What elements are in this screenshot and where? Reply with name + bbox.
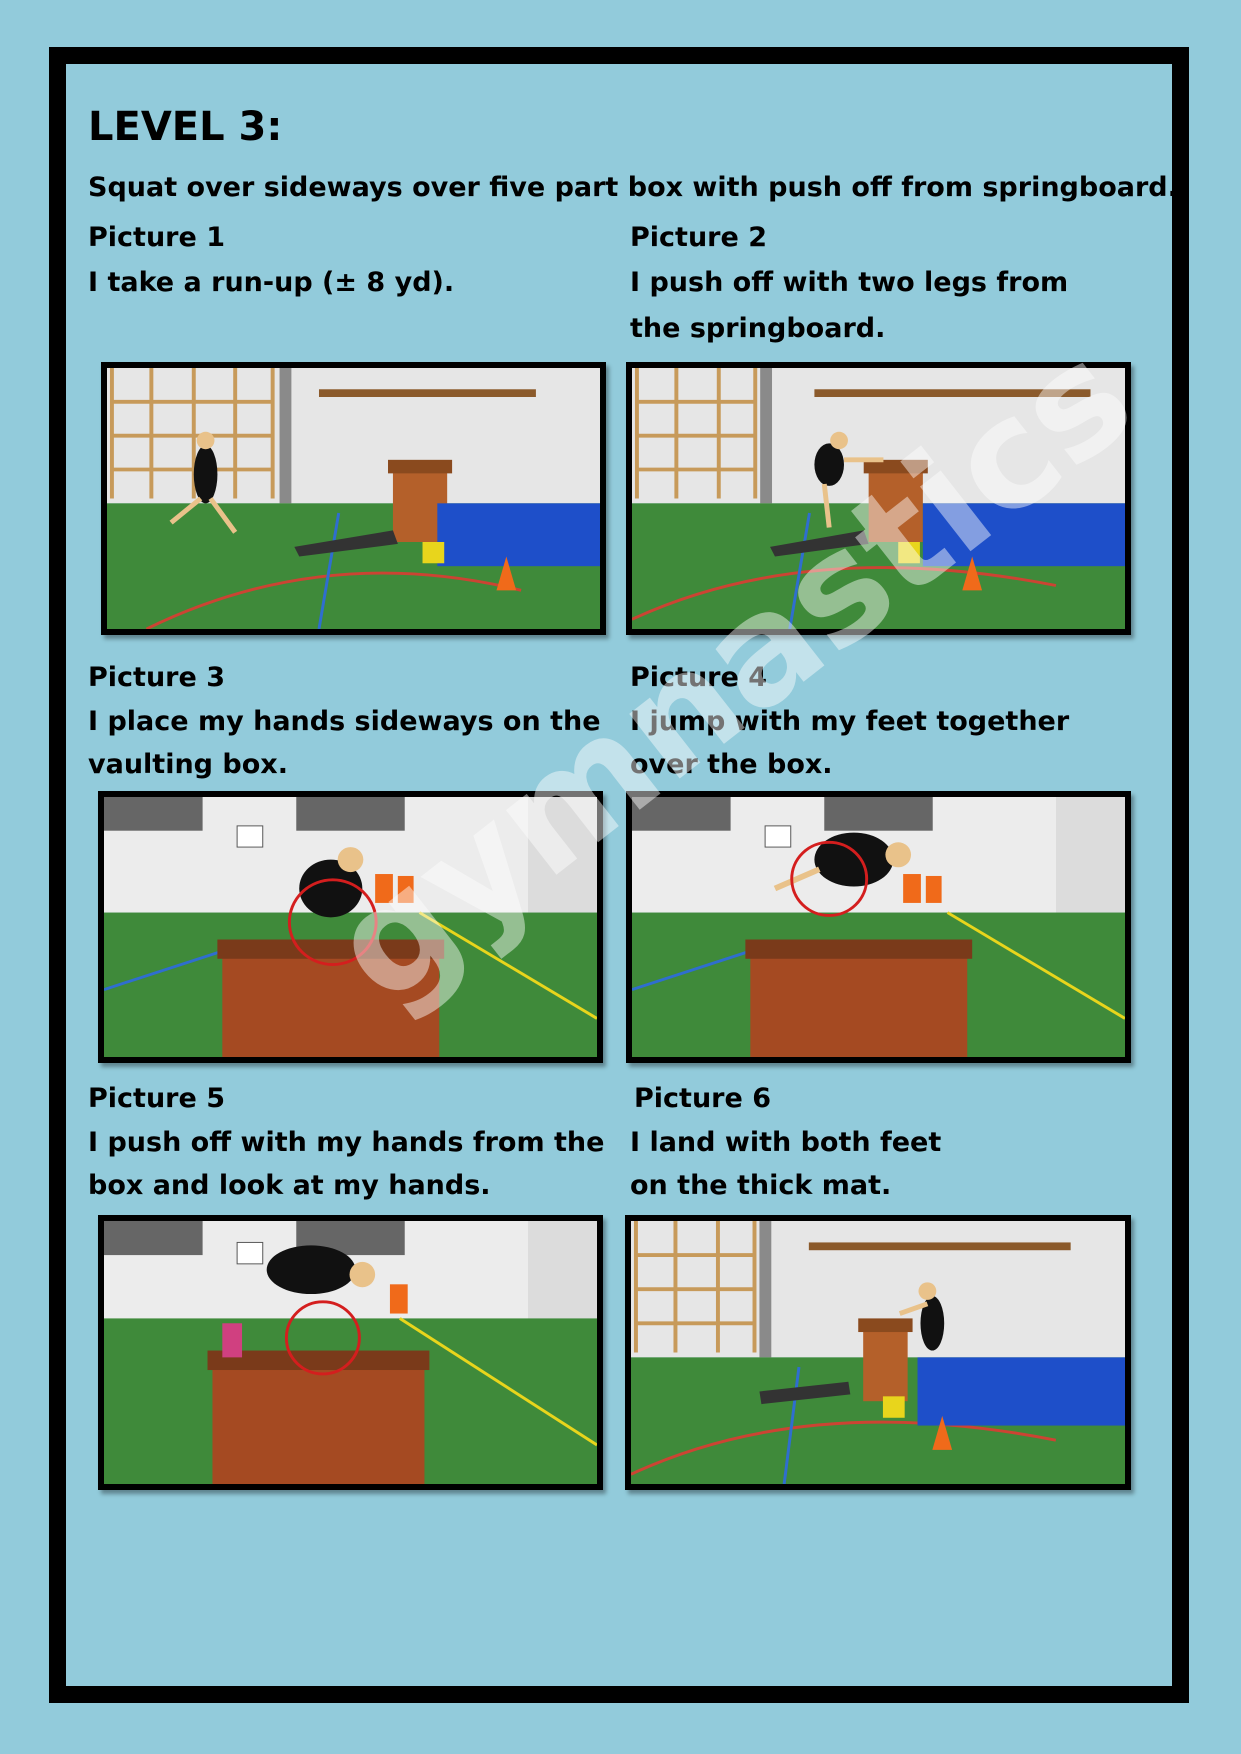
photo-landing-mat bbox=[625, 1215, 1131, 1490]
photo-jump-over bbox=[626, 791, 1131, 1063]
photo-hands-on-box bbox=[98, 791, 603, 1063]
picture-5-caption: I push off with my hands from the box an… bbox=[88, 1127, 605, 1201]
photo-run-up bbox=[101, 362, 606, 635]
picture-4-heading: Picture 4 bbox=[630, 662, 767, 693]
picture-2-caption: I push off with two legs from the spring… bbox=[630, 267, 1069, 344]
photo-springboard-push bbox=[626, 362, 1131, 635]
picture-1-heading: Picture 1 bbox=[88, 222, 225, 253]
picture-5-heading: Picture 5 bbox=[88, 1083, 225, 1114]
exercise-description: Squat over sideways over five part box w… bbox=[88, 172, 1178, 203]
picture-3-caption: I place my hands sideways on the vaultin… bbox=[88, 706, 601, 780]
page-title: LEVEL 3: bbox=[88, 104, 283, 150]
picture-4-caption: I jump with my feet together over the bo… bbox=[630, 706, 1070, 780]
picture-2-heading: Picture 2 bbox=[630, 222, 767, 253]
picture-6-heading: Picture 6 bbox=[634, 1083, 771, 1114]
picture-6-caption: I land with both feet on the thick mat. bbox=[630, 1127, 942, 1201]
photo-push-off-box bbox=[98, 1215, 603, 1490]
picture-3-heading: Picture 3 bbox=[88, 662, 225, 693]
picture-1-caption: I take a run-up (± 8 yd). bbox=[88, 267, 455, 298]
